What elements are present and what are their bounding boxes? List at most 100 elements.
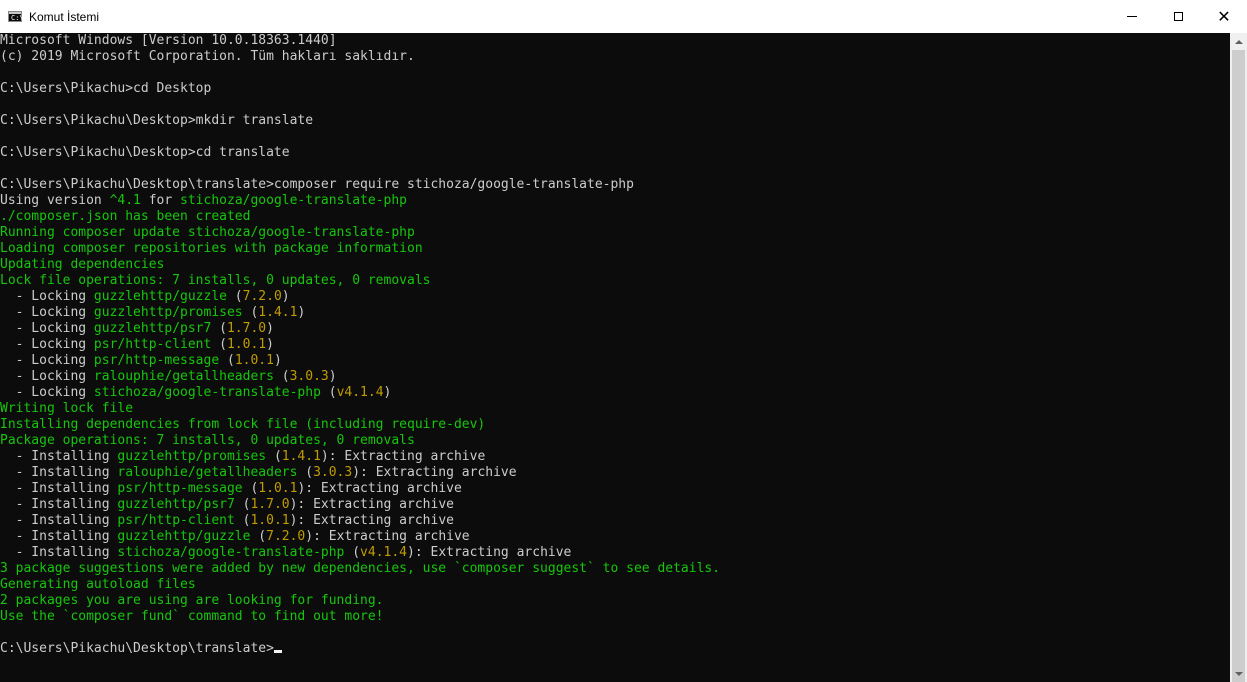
- console-text: C:\Users\Pikachu\Desktop>mkdir translate: [0, 113, 314, 128]
- console-line: Updating dependencies: [0, 257, 1230, 273]
- console-text: guzzlehttp/psr7: [93, 321, 212, 336]
- console-text: psr/http-message: [117, 481, 243, 496]
- console-text: Running composer update stichoza/google-…: [0, 225, 415, 240]
- console-text: ): [297, 305, 306, 320]
- console-text: ): [328, 369, 337, 384]
- console-text: 1.0.1: [258, 481, 298, 496]
- console-text: ): [281, 289, 290, 304]
- console-text: 1.0.1: [250, 513, 290, 528]
- scroll-up-button[interactable]: [1230, 33, 1247, 50]
- console-text: Use the `composer fund` command to find …: [0, 609, 384, 624]
- console-text: for: [140, 193, 181, 208]
- console-line: Use the `composer fund` command to find …: [0, 609, 1230, 625]
- console-text: psr/http-client: [117, 513, 235, 528]
- console-text: (: [242, 305, 259, 320]
- console-text: ): Extracting archive: [407, 545, 572, 560]
- console-text: - Installing: [0, 481, 118, 496]
- console-line: - Locking guzzlehttp/psr7 (1.7.0): [0, 321, 1230, 337]
- console-text: 3 package suggestions were added by new …: [0, 561, 721, 576]
- console-line: Microsoft Windows [Version 10.0.18363.14…: [0, 33, 1230, 49]
- console-text: Microsoft Windows [Version 10.0.18363.14…: [0, 33, 337, 48]
- console-line: - Locking psr/http-client (1.0.1): [0, 337, 1230, 353]
- vertical-scrollbar[interactable]: [1230, 33, 1247, 682]
- console-text: 1.7.0: [226, 321, 267, 336]
- console-text: Writing lock file: [0, 401, 134, 416]
- console-line: Lock file operations: 7 installs, 0 upda…: [0, 273, 1230, 289]
- console-text: 7.2.0: [266, 529, 306, 544]
- chevron-up-icon: [1234, 39, 1243, 44]
- console-text: - Locking: [0, 289, 94, 304]
- console-text: Updating dependencies: [0, 257, 165, 272]
- console-line: - Installing guzzlehttp/psr7 (1.7.0): Ex…: [0, 497, 1230, 513]
- console-text: - Locking: [0, 305, 94, 320]
- minimize-button[interactable]: [1109, 0, 1155, 33]
- console-text: (: [266, 449, 282, 464]
- console-text: Package operations: 7 installs, 0 update…: [0, 433, 415, 448]
- console-text: v4.1.4: [336, 385, 384, 400]
- console-text: psr/http-message: [93, 353, 220, 368]
- window-title: Komut İstemi: [29, 10, 100, 24]
- console-text: Using version: [0, 193, 110, 208]
- console-text: 1.4.1: [281, 449, 321, 464]
- console-text: - Locking: [0, 369, 94, 384]
- console-line: - Locking guzzlehttp/guzzle (7.2.0): [0, 289, 1230, 305]
- console-text: (c) 2019 Microsoft Corporation. Tüm hakl…: [0, 49, 415, 64]
- console-text: 1.4.1: [258, 305, 298, 320]
- console-text: - Locking: [0, 321, 94, 336]
- console-line: - Installing ralouphie/getallheaders (3.…: [0, 465, 1230, 481]
- text-cursor: [273, 650, 282, 653]
- console-app-icon[interactable]: C:\: [8, 11, 24, 22]
- console-text: ): Extracting archive: [289, 513, 454, 528]
- console-line: 2 packages you are using are looking for…: [0, 593, 1230, 609]
- console-text: (: [297, 465, 314, 480]
- console-line: 3 package suggestions were added by new …: [0, 561, 1230, 577]
- console-text: (: [219, 353, 235, 368]
- console-text: ): [266, 337, 274, 352]
- minimize-icon: [1127, 16, 1137, 17]
- console-line: - Installing stichoza/google-translate-p…: [0, 545, 1230, 561]
- console-text: ): Extracting archive: [305, 529, 470, 544]
- title-bar[interactable]: C:\ Komut İstemi ✕: [0, 0, 1247, 33]
- console-line: Installing dependencies from lock file (…: [0, 417, 1230, 433]
- console-line: - Installing psr/http-message (1.0.1): E…: [0, 481, 1230, 497]
- scroll-down-button[interactable]: [1230, 665, 1247, 682]
- console-text: guzzlehttp/guzzle: [93, 289, 227, 304]
- console-line: Generating autoload files: [0, 577, 1230, 593]
- console-line: - Installing guzzlehttp/promises (1.4.1)…: [0, 449, 1230, 465]
- console-line: - Installing psr/http-client (1.0.1): Ex…: [0, 513, 1230, 529]
- console-text: Installing dependencies from lock file (…: [0, 417, 486, 432]
- console-line: ./composer.json has been created: [0, 209, 1230, 225]
- console-text: - Locking: [0, 353, 94, 368]
- console-output[interactable]: Microsoft Windows [Version 10.0.18363.14…: [0, 33, 1230, 682]
- console-line: - Locking guzzlehttp/promises (1.4.1): [0, 305, 1230, 321]
- console-line: C:\Users\Pikachu\Desktop\translate>compo…: [0, 177, 1230, 193]
- close-button[interactable]: ✕: [1201, 0, 1247, 33]
- console-text: (: [273, 369, 290, 384]
- console-text: ralouphie/getallheaders: [117, 465, 298, 480]
- close-icon: ✕: [1217, 6, 1231, 26]
- scrollbar-thumb[interactable]: [1232, 50, 1245, 682]
- console-text: guzzlehttp/promises: [93, 305, 243, 320]
- console-line: - Installing guzzlehttp/guzzle (7.2.0): …: [0, 529, 1230, 545]
- console-text: 7.2.0: [242, 289, 282, 304]
- console-text: ): Extracting archive: [289, 497, 454, 512]
- console-line: C:\Users\Pikachu\Desktop>mkdir translate: [0, 113, 1230, 129]
- console-text: 1.0.1: [226, 337, 267, 352]
- console-line: - Locking psr/http-message (1.0.1): [0, 353, 1230, 369]
- console-line: C:\Users\Pikachu\Desktop>cd translate: [0, 145, 1230, 161]
- command-prompt-window: C:\ Komut İstemi ✕ Microsoft Windows [Ve…: [0, 0, 1247, 682]
- console-app-icon-glyph: C:\: [11, 14, 24, 22]
- console-text: 1.7.0: [250, 497, 290, 512]
- console-text: (: [242, 481, 259, 496]
- console-text: ): Extracting archive: [297, 481, 462, 496]
- console-text: 3.0.3: [313, 465, 353, 480]
- console-text: (: [234, 513, 251, 528]
- maximize-button[interactable]: [1155, 0, 1201, 33]
- console-line: C:\Users\Pikachu\Desktop\translate>: [0, 641, 1230, 657]
- console-text: (: [226, 289, 243, 304]
- console-line: Writing lock file: [0, 401, 1230, 417]
- console-text: - Locking: [0, 337, 94, 352]
- console-text: C:\Users\Pikachu\Desktop\translate>compo…: [0, 177, 634, 192]
- console-text: (: [250, 529, 267, 544]
